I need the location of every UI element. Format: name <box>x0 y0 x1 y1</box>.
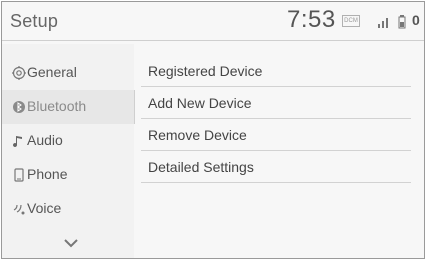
menu-item-label: Remove Device <box>148 127 247 143</box>
sidebar-item-voice[interactable]: Voice <box>2 192 134 226</box>
menu-item-add-new-device[interactable]: Add New Device <box>141 86 411 119</box>
music-note-icon <box>13 136 22 148</box>
header: Setup 7:53 DCM 0 <box>2 2 424 41</box>
sidebar-divider <box>134 90 135 124</box>
phone-icon <box>14 168 24 182</box>
sidebar-item-label: Bluetooth <box>27 98 87 114</box>
battery-icon <box>398 15 406 29</box>
voice-icon <box>13 204 25 215</box>
menu-item-label: Registered Device <box>148 63 263 79</box>
chevron-down-icon[interactable] <box>63 237 79 249</box>
sidebar-item-bluetooth[interactable]: Bluetooth <box>2 90 134 124</box>
sidebar-item-label: General <box>27 64 77 80</box>
sidebar-item-label: Audio <box>27 132 63 148</box>
sidebar-item-general[interactable]: General <box>2 56 134 90</box>
gear-icon <box>12 66 26 80</box>
menu-item-label: Add New Device <box>148 95 252 111</box>
sidebar-item-label: Phone <box>27 166 68 182</box>
status-digit: 0 <box>412 12 420 28</box>
menu-item-label: Detailed Settings <box>148 159 254 175</box>
menu-item-remove-device[interactable]: Remove Device <box>141 118 411 151</box>
menu-item-detailed-settings[interactable]: Detailed Settings <box>141 150 411 183</box>
status-bar: DCM 0 <box>342 12 422 32</box>
menu-item-registered-device[interactable]: Registered Device <box>141 54 411 87</box>
sidebar-item-phone[interactable]: Phone <box>2 158 134 192</box>
signal-icon <box>378 18 388 28</box>
dcm-badge: DCM <box>342 15 360 27</box>
sidebar: General Bluetooth Audio Phone Voice <box>2 44 134 258</box>
sidebar-item-audio[interactable]: Audio <box>2 124 134 158</box>
sidebar-item-label: Voice <box>27 200 62 216</box>
clock: 7:53 <box>287 6 336 33</box>
bluetooth-icon <box>13 101 25 113</box>
screen-frame: Setup 7:53 DCM 0 General Bluetooth Audio… <box>1 1 425 259</box>
page-title: Setup <box>10 11 59 31</box>
setup-screen: Setup 7:53 DCM 0 General Bluetooth Audio… <box>0 0 427 261</box>
